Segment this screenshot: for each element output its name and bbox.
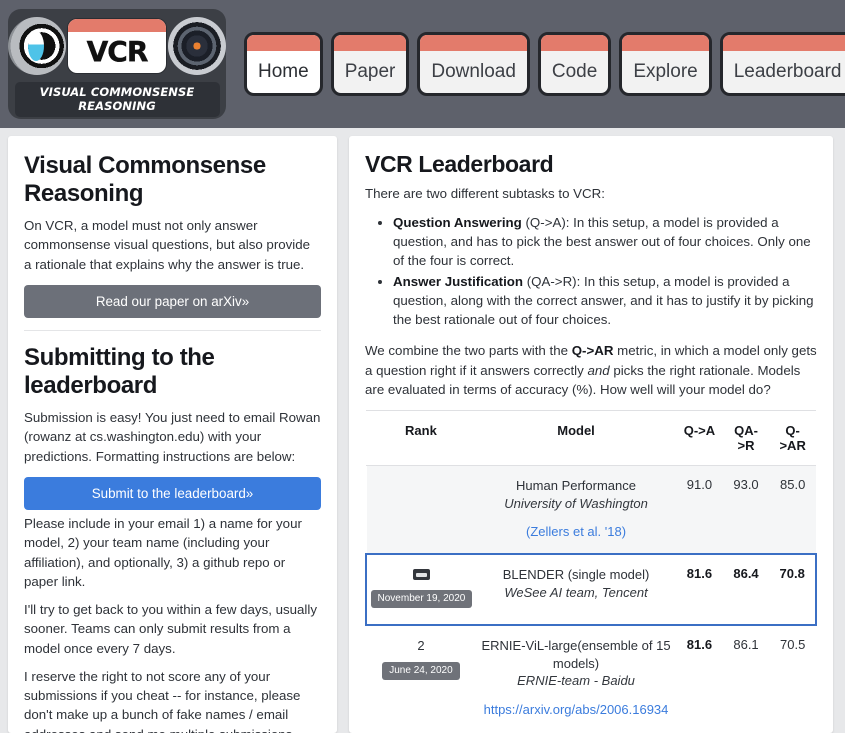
nav-label: Home	[258, 61, 309, 82]
nav-top-stripe	[722, 35, 845, 51]
model-team: WeSee AI team, Tencent	[504, 584, 648, 600]
vcr-logo[interactable]: VCR Visual Commonsense Reasoning	[8, 9, 226, 119]
rank-value: 2	[417, 638, 425, 654]
score-q-ar: 70.8	[769, 553, 817, 627]
list-item: Question Answering (Q->A): In this setup…	[393, 213, 817, 271]
nav-item-home[interactable]: Home	[244, 32, 323, 96]
site-header: VCR Visual Commonsense Reasoning Home Pa…	[0, 0, 845, 128]
score-q-a: 91.0	[676, 465, 723, 555]
model-link[interactable]: (Zellers et al. '18)	[479, 524, 673, 541]
score-qa-r: 86.1	[733, 637, 759, 653]
model-team: University of Washington	[504, 495, 648, 511]
table-row: Human Performance University of Washingt…	[366, 465, 816, 555]
score-qa-r: 86.4	[722, 553, 770, 627]
table-header-row: Rank Model Q->A QA->R Q->AR	[366, 410, 816, 467]
intro-paragraph: On VCR, a model must not only answer com…	[24, 218, 311, 272]
model-name: ERNIE-ViL-large(ensemble of 15 models)	[481, 638, 671, 671]
logo-tagline: Visual Commonsense Reasoning	[14, 81, 220, 117]
column-header-q-ar[interactable]: Q->AR	[769, 410, 816, 467]
table-head: Rank Model Q->A QA->R Q->AR	[366, 410, 816, 467]
leaderboard-title: VCR Leaderboard	[365, 151, 554, 177]
subtask-name: Question Answering	[393, 214, 522, 230]
camera-lens-icon	[168, 16, 226, 75]
metric-name: Q->AR	[571, 343, 614, 359]
nav-item-explore[interactable]: Explore	[619, 32, 712, 96]
left-panel: Visual Commonsense Reasoning On VCR, a m…	[8, 136, 337, 733]
column-header-qar[interactable]: QA->R	[722, 410, 770, 467]
column-header-qa[interactable]: Q->A	[676, 410, 723, 467]
submit-cheat-paragraph: I reserve the right to not score any of …	[24, 668, 301, 733]
nav-item-leaderboard[interactable]: Leaderboard	[719, 32, 845, 96]
score-q-a: 81.6	[686, 637, 713, 653]
nav-label: Download	[431, 61, 516, 82]
rank-value	[370, 477, 473, 478]
main-nav: Home Paper Download Code Explore Leaderb…	[244, 32, 845, 96]
score-qa-r: 93.0	[722, 465, 770, 555]
leaderboard-table: Rank Model Q->A QA->R Q->AR Human Perfor…	[365, 410, 817, 731]
rank-cell: 2 June 24, 2020	[366, 625, 476, 731]
score-q-ar: 85.0	[769, 465, 816, 555]
subtask-list: Question Answering (Q->A): In this setup…	[365, 213, 817, 330]
column-header-rank[interactable]: Rank	[366, 410, 476, 467]
submission-date-badge: November 19, 2020	[370, 590, 473, 609]
logo-graphics: VCR	[8, 15, 226, 77]
model-name: Human Performance	[516, 478, 636, 494]
cassette-icon: VCR	[68, 18, 166, 73]
model-team: ERNIE-team - Baidu	[517, 673, 635, 689]
subtask-code: (Q->A):	[521, 214, 574, 230]
arxiv-paper-button[interactable]: Read our paper on arXiv»	[24, 284, 321, 318]
page-body: Visual Commonsense Reasoning On VCR, a m…	[0, 128, 845, 733]
nav-label: Leaderboard	[733, 61, 842, 82]
submit-intro-paragraph: Submission is easy! You just need to ema…	[24, 410, 321, 464]
cassette-top-stripe	[68, 18, 166, 32]
submit-reply-paragraph: I'll try to get back to you within a few…	[24, 602, 317, 656]
model-cell: Human Performance University of Washingt…	[475, 465, 677, 555]
table-row: 2 June 24, 2020 ERNIE-ViL-large(ensemble…	[366, 625, 816, 731]
nav-label: Paper	[344, 61, 396, 82]
rank-cell: November 19, 2020	[365, 553, 476, 627]
nav-item-paper[interactable]: Paper	[330, 32, 410, 96]
table-row-highlighted: November 19, 2020 BLENDER (single model)…	[365, 553, 817, 627]
nav-item-download[interactable]: Download	[417, 32, 530, 96]
nav-label: Explore	[633, 61, 698, 82]
page-title: Visual Commonsense Reasoning	[24, 152, 266, 207]
divider	[24, 329, 321, 331]
metric-paragraph: We combine the two parts with the Q->AR …	[365, 341, 817, 399]
subtask-name: Answer Justification	[393, 273, 524, 289]
list-item: Answer Justification (QA->R): In this se…	[393, 272, 817, 330]
column-header-model[interactable]: Model	[475, 410, 677, 467]
model-cell: BLENDER (single model) WeSee AI team, Te…	[475, 553, 677, 627]
score-q-a: 81.6	[676, 553, 723, 627]
nav-label: Code	[551, 61, 598, 82]
submit-leaderboard-button[interactable]: Submit to the leaderboard»	[24, 476, 321, 510]
score-q-ar: 70.5	[780, 637, 806, 653]
nav-top-stripe	[247, 35, 320, 51]
logo-wordmark: VCR	[86, 35, 148, 68]
subtask-code: (QA->R):	[523, 273, 584, 289]
nav-item-code[interactable]: Code	[537, 32, 612, 96]
submit-include-paragraph: Please include in your email 1) a name f…	[24, 515, 302, 589]
nav-top-stripe	[333, 35, 407, 51]
nav-top-stripe	[540, 35, 609, 51]
right-panel: VCR Leaderboard There are two different …	[349, 136, 833, 733]
metric-and: and	[587, 362, 610, 378]
metric-pre: We combine the two parts with the	[365, 343, 572, 359]
leaderboard-intro: There are two different subtasks to VCR:	[365, 186, 605, 202]
model-link[interactable]: https://arxiv.org/abs/2006.16934	[479, 702, 673, 719]
rank-cell	[366, 465, 476, 555]
table-body: Human Performance University of Washingt…	[365, 465, 817, 732]
nav-top-stripe	[622, 35, 709, 51]
submit-section-title: Submitting to the leaderboard	[24, 343, 215, 399]
eye-icon	[8, 16, 66, 75]
leaderboard-table-wrap: Rank Model Q->A QA->R Q->AR Human Perfor…	[365, 410, 817, 731]
submission-date-badge: June 24, 2020	[382, 662, 460, 681]
rank-mask-icon	[412, 569, 430, 581]
nav-top-stripe	[420, 35, 527, 51]
model-name: BLENDER (single model)	[502, 567, 650, 583]
model-cell: ERNIE-ViL-large(ensemble of 15 models) E…	[476, 625, 676, 731]
